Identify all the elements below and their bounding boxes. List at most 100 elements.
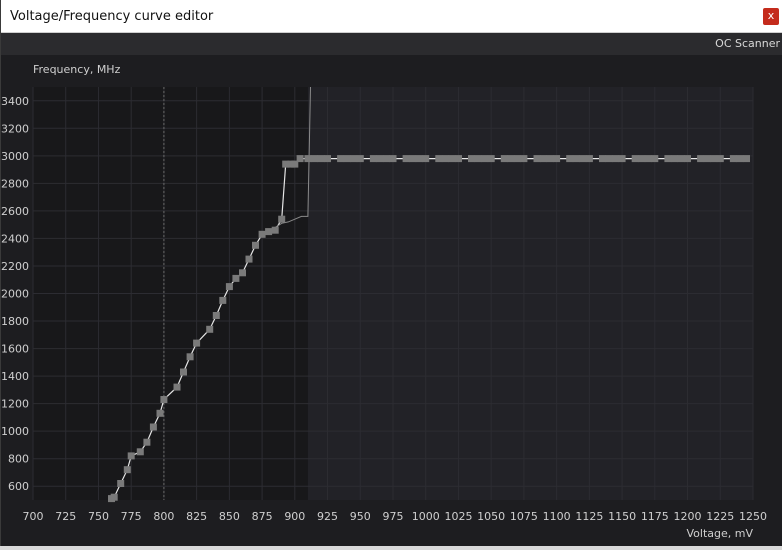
vf-curve-point[interactable]	[664, 155, 672, 163]
vf-curve-point[interactable]	[317, 155, 325, 163]
vf-curve-point[interactable]	[180, 368, 187, 376]
vf-curve-point[interactable]	[736, 155, 744, 163]
vf-curve-point[interactable]	[376, 155, 384, 163]
vf-curve-point[interactable]	[402, 155, 410, 163]
vf-curve-point[interactable]	[605, 155, 613, 163]
vf-curve-point[interactable]	[644, 155, 652, 163]
vf-curve-point[interactable]	[651, 155, 659, 163]
vf-curve-point[interactable]	[710, 155, 718, 163]
vf-curve-point[interactable]	[520, 155, 528, 163]
vf-curve-point[interactable]	[572, 155, 580, 163]
close-button[interactable]: x	[763, 8, 779, 25]
vf-curve-point[interactable]	[311, 155, 318, 163]
vf-curve-point[interactable]	[533, 155, 541, 163]
vf-curve-point[interactable]	[343, 155, 351, 163]
oc-scanner-button[interactable]: OC Scanner	[715, 37, 780, 50]
vf-curve-point[interactable]	[186, 353, 194, 361]
vf-curve-point[interactable]	[585, 155, 593, 163]
vf-curve-point[interactable]	[455, 155, 462, 163]
vf-curve-point[interactable]	[156, 409, 164, 417]
vf-curve-point[interactable]	[468, 155, 475, 163]
vf-curve-point[interactable]	[304, 155, 312, 163]
vf-curve-point[interactable]	[160, 396, 168, 403]
y-tick-label: 3400	[1, 95, 29, 108]
vf-curve-point[interactable]	[729, 155, 737, 163]
vf-curve-point[interactable]	[579, 155, 587, 163]
vf-curve-point[interactable]	[149, 423, 157, 431]
vf-curve-point[interactable]	[225, 283, 233, 291]
vf-curve-point[interactable]	[697, 155, 705, 163]
vf-curve-point[interactable]	[350, 155, 358, 163]
x-tick-label: 1175	[641, 510, 669, 523]
vf-curve-point[interactable]	[337, 155, 345, 163]
vf-curve-point[interactable]	[271, 226, 279, 234]
vf-curve-point[interactable]	[296, 155, 304, 163]
vf-curve-point[interactable]	[716, 155, 724, 163]
vf-curve-point[interactable]	[487, 155, 495, 163]
y-tick-label: 1400	[1, 370, 29, 383]
vf-curve-point[interactable]	[500, 155, 508, 163]
vf-curve-point[interactable]	[599, 155, 606, 163]
vf-curve-point[interactable]	[110, 493, 118, 501]
vf-curve-point[interactable]	[409, 155, 417, 163]
x-tick-label: 1000	[412, 510, 440, 523]
x-tick-label: 775	[121, 510, 142, 523]
x-tick-label: 700	[23, 510, 44, 523]
vf-curve-point[interactable]	[239, 269, 246, 277]
vf-curve-point[interactable]	[252, 241, 259, 249]
toolbar-strip: OC Scanner	[1, 33, 782, 55]
y-axis-title: Frequency, MHz	[33, 63, 121, 76]
x-tick-label: 950	[350, 510, 371, 523]
x-tick-label: 1075	[510, 510, 538, 523]
vf-curve-point[interactable]	[117, 480, 125, 487]
vf-curve-point[interactable]	[677, 155, 685, 163]
vf-curve-point[interactable]	[123, 466, 131, 474]
vf-curve-point[interactable]	[553, 155, 561, 163]
vf-curve-point[interactable]	[684, 155, 691, 163]
vf-curve-point[interactable]	[278, 215, 286, 223]
x-tick-label: 1200	[674, 510, 702, 523]
vf-curve-point[interactable]	[638, 155, 646, 163]
vf-curve-point[interactable]	[356, 155, 364, 163]
vf-curve-point[interactable]	[448, 155, 456, 163]
x-tick-label: 925	[317, 510, 338, 523]
vf-curve-point[interactable]	[383, 155, 390, 163]
vf-curve-point[interactable]	[422, 155, 430, 163]
vf-curve-point[interactable]	[193, 339, 201, 347]
vf-curve-point[interactable]	[441, 155, 449, 163]
vf-curve-point[interactable]	[546, 155, 554, 163]
vf-curve-point[interactable]	[212, 312, 220, 319]
vf-curve-point[interactable]	[507, 155, 515, 163]
vf-curve-point[interactable]	[245, 255, 253, 263]
vf-curve-point[interactable]	[743, 155, 750, 163]
vf-curve-point[interactable]	[513, 155, 521, 163]
vf-curve-point[interactable]	[127, 452, 135, 460]
vf-curve-point[interactable]	[566, 155, 574, 163]
vf-curve-point[interactable]	[474, 155, 482, 163]
vf-curve-point[interactable]	[265, 228, 273, 236]
vf-curve-point[interactable]	[631, 155, 639, 163]
vf-curve-point[interactable]	[540, 155, 547, 163]
vf-curve-point[interactable]	[703, 155, 711, 163]
vf-curve-chart[interactable]: 700 725 750 775 800 825 850 875 900 925 950 975 1000…	[1, 55, 782, 546]
vf-curve-point[interactable]	[481, 155, 489, 163]
vf-curve-point[interactable]	[415, 155, 423, 163]
vf-curve-point[interactable]	[435, 155, 443, 163]
vf-curve-point[interactable]	[206, 325, 214, 333]
x-tick-label: 900	[284, 510, 305, 523]
vf-curve-point[interactable]	[671, 155, 678, 163]
x-tick-label: 1050	[477, 510, 505, 523]
vf-curve-point[interactable]	[136, 448, 144, 456]
vf-curve-point[interactable]	[219, 296, 227, 304]
vf-curve-point[interactable]	[232, 274, 240, 282]
vf-curve-point[interactable]	[324, 155, 331, 163]
vf-curve-point[interactable]	[258, 230, 266, 238]
x-tick-label: 1025	[444, 510, 472, 523]
vf-curve-point[interactable]	[618, 155, 626, 163]
title-bar[interactable]: Voltage/Frequency curve editor x	[1, 0, 782, 33]
vf-curve-point[interactable]	[612, 155, 619, 163]
vf-curve-point[interactable]	[369, 155, 377, 163]
vf-curve-point[interactable]	[389, 155, 397, 163]
vf-curve-point[interactable]	[173, 383, 181, 391]
vf-curve-point[interactable]	[143, 438, 151, 446]
